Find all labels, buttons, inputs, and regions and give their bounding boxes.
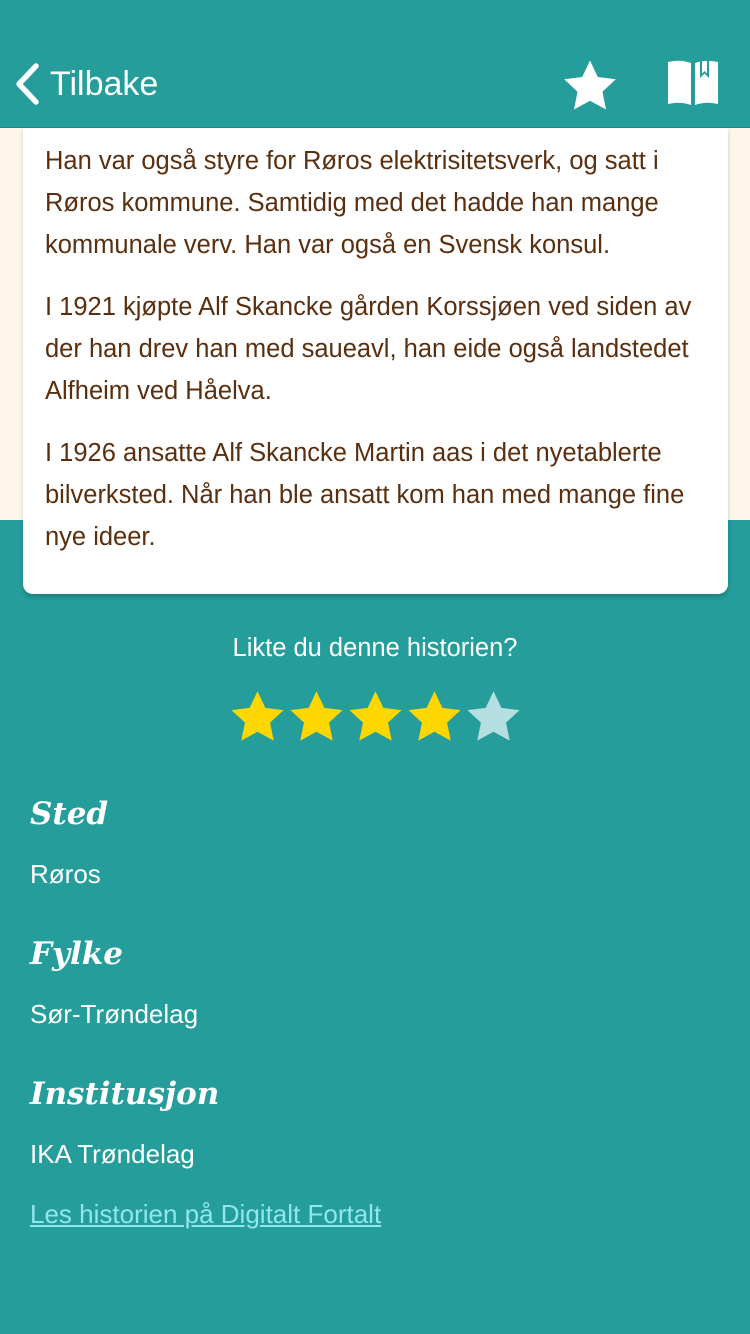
story-card: Han var også styre for Røros elektrisite… bbox=[23, 128, 728, 594]
county-value: Sør-Trøndelag bbox=[30, 999, 199, 1029]
rating-star-4[interactable] bbox=[405, 686, 464, 748]
digitalt-fortalt-link[interactable]: Les historien på Digitalt Fortalt bbox=[30, 1194, 381, 1234]
place-heading: Sted bbox=[30, 796, 109, 832]
book-bookmark-icon bbox=[664, 60, 722, 114]
star-icon bbox=[405, 686, 464, 748]
place-value: Røros bbox=[30, 859, 101, 889]
rating-star-3[interactable] bbox=[346, 686, 405, 748]
rating-question: Likte du denne historien? bbox=[232, 634, 518, 662]
reading-list-button[interactable] bbox=[664, 58, 722, 110]
star-icon bbox=[287, 686, 346, 748]
star-icon bbox=[560, 60, 620, 120]
institution-value: IKA Trøndelag bbox=[30, 1139, 195, 1169]
story-paragraph: I 1921 kjøpte Alf Skancke gården Korssjø… bbox=[45, 293, 692, 405]
back-button[interactable]: Tilbake bbox=[14, 58, 158, 110]
story-paragraph: I 1926 ansatte Alf Skancke Martin aas i … bbox=[45, 439, 685, 551]
institution-heading: Institusjon bbox=[30, 1076, 220, 1112]
star-icon bbox=[346, 686, 405, 748]
star-icon bbox=[464, 686, 523, 748]
back-label: Tilbake bbox=[50, 64, 159, 103]
chevron-left-icon bbox=[14, 63, 40, 105]
star-rating bbox=[228, 686, 524, 750]
navigation-bar: Tilbake bbox=[0, 0, 750, 128]
star-icon bbox=[228, 686, 287, 748]
rating-star-2[interactable] bbox=[287, 686, 346, 748]
county-heading: Fylke bbox=[30, 936, 123, 972]
rating-star-1[interactable] bbox=[228, 686, 287, 748]
favorite-button[interactable] bbox=[560, 56, 620, 116]
story-paragraph: Han var også styre for Røros elektrisite… bbox=[45, 147, 659, 259]
rating-star-5[interactable] bbox=[464, 686, 523, 748]
